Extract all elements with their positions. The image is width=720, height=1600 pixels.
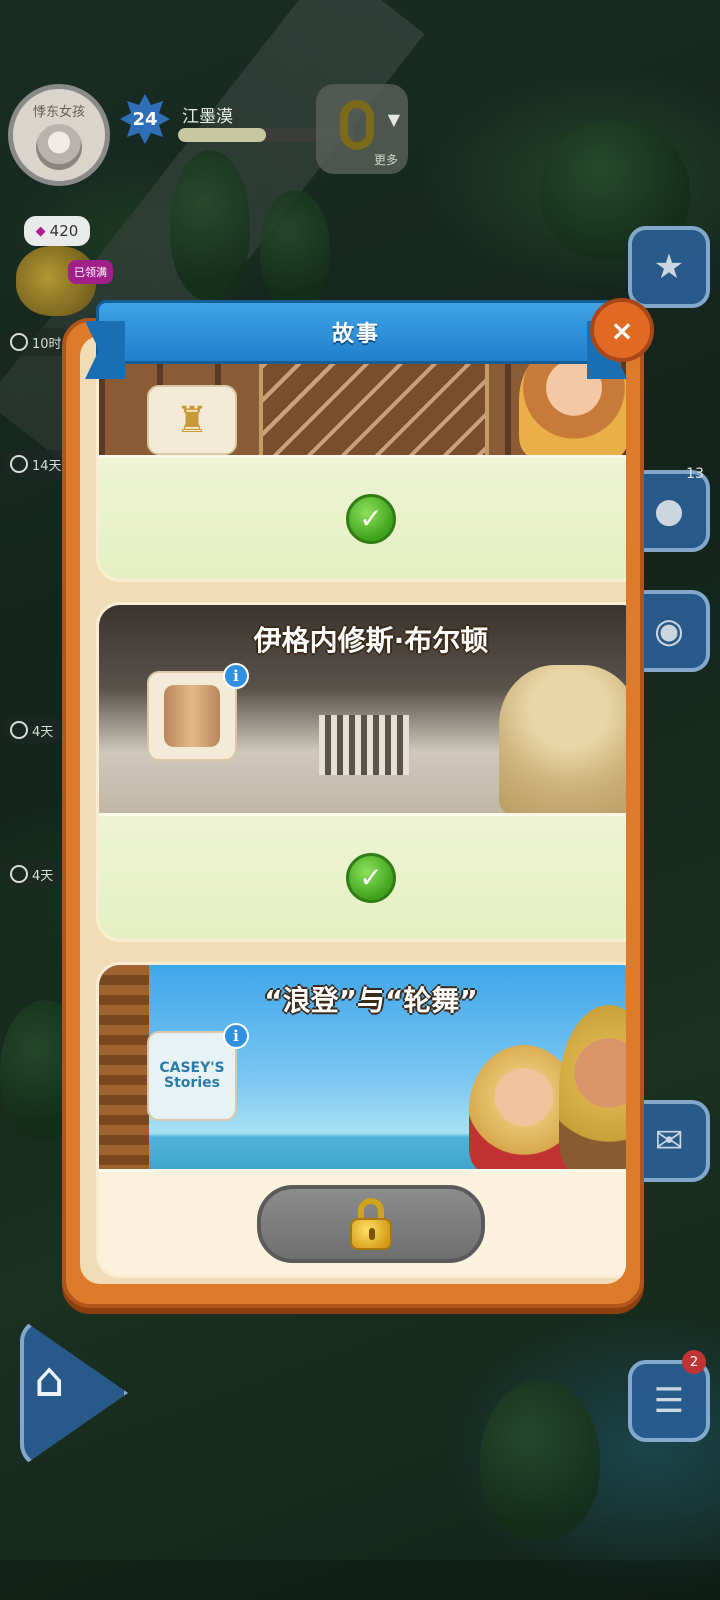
story-list[interactable]: ♜ ✓ 伊格内修斯·布尔顿 i ✓ “浪登”与“轮舞” CASEY'S Stor… — [80, 336, 626, 1284]
story-thumbnail: ♜ — [147, 385, 237, 455]
story-card[interactable]: 伊格内修斯·布尔顿 i ✓ — [96, 602, 626, 942]
more-label: 更多 — [373, 153, 398, 167]
player-avatar[interactable]: 悸东女孩 — [8, 84, 110, 186]
golden-statue — [499, 665, 626, 815]
modal-title: 故事 — [96, 300, 616, 364]
avatar-caption: 悸东女孩 — [32, 104, 85, 120]
home-icon: ⌂ — [34, 1352, 65, 1408]
story-card[interactable]: ♜ ✓ — [96, 336, 626, 582]
character-portrait — [559, 1005, 626, 1175]
story-title: 伊格内修斯·布尔顿 — [253, 624, 489, 657]
timer-text: 4天 — [32, 868, 54, 884]
mail-icon: ✉ — [654, 1121, 684, 1161]
timer-text: 4天 — [32, 724, 54, 740]
more-button[interactable]: ▼ 更多 — [316, 84, 408, 174]
trophy-icon: ♜ — [175, 399, 209, 441]
chevron-down-icon: ▼ — [387, 110, 400, 129]
gem-count: 420 — [49, 222, 79, 240]
key-icon — [340, 100, 374, 150]
story-status: ✓ — [99, 455, 626, 579]
locked-story-button[interactable] — [257, 1184, 485, 1263]
timer-text: 10时 — [32, 336, 62, 352]
story-card[interactable]: “浪登”与“轮舞” CASEY'S Stories i — [96, 962, 626, 1278]
clock-icon — [10, 865, 28, 883]
info-icon[interactable]: i — [223, 1023, 249, 1049]
coin-stack-icon — [164, 685, 220, 747]
event-timer[interactable]: 4天 — [4, 716, 64, 744]
info-icon[interactable]: i — [223, 663, 249, 689]
check-icon: ✓ — [346, 493, 396, 544]
gem-counter[interactable]: ◆ 420 — [24, 216, 90, 246]
profile-badge-count: 13 — [686, 466, 704, 482]
story-modal: ♜ ✓ 伊格内修斯·布尔顿 i ✓ “浪登”与“轮舞” CASEY'S Stor… — [62, 318, 644, 1308]
player-level-badge: 24 — [120, 94, 170, 144]
story-title: “浪登”与“轮舞” — [264, 984, 478, 1017]
tasks-badge: 2 — [682, 1350, 706, 1374]
story-thumbnail: CASEY'S Stories — [147, 1031, 237, 1121]
checklist-icon: ☰ — [653, 1381, 685, 1421]
person-icon: ● — [654, 491, 684, 531]
art-deco-door — [259, 359, 489, 461]
clock-icon — [10, 333, 28, 351]
caseys-stories-logo: CASEY'S Stories — [159, 1059, 225, 1091]
player-name: 江墨漠 — [182, 107, 233, 127]
timer-text: 14天 — [32, 458, 62, 474]
story-status: ✓ — [99, 813, 626, 939]
xp-progress-fill — [178, 128, 266, 142]
story-thumbnail — [147, 671, 237, 761]
avatar-face — [36, 123, 82, 170]
window-grid — [319, 715, 409, 775]
check-icon: ✓ — [346, 852, 396, 903]
padlock-icon — [350, 1197, 392, 1250]
claimed-tag: 已领满 — [68, 260, 113, 284]
bottom-shade — [0, 1560, 720, 1600]
story-status — [99, 1169, 626, 1275]
event-timer[interactable]: 4天 — [4, 860, 64, 888]
clock-icon — [10, 721, 28, 739]
clock-icon — [10, 455, 28, 473]
camera-icon: ◉ — [654, 611, 684, 651]
close-button[interactable]: × — [590, 298, 654, 362]
calendar-star-icon: ★ — [653, 247, 685, 287]
calendar-button[interactable]: ★ — [628, 226, 710, 308]
gem-icon: ◆ — [35, 223, 46, 239]
